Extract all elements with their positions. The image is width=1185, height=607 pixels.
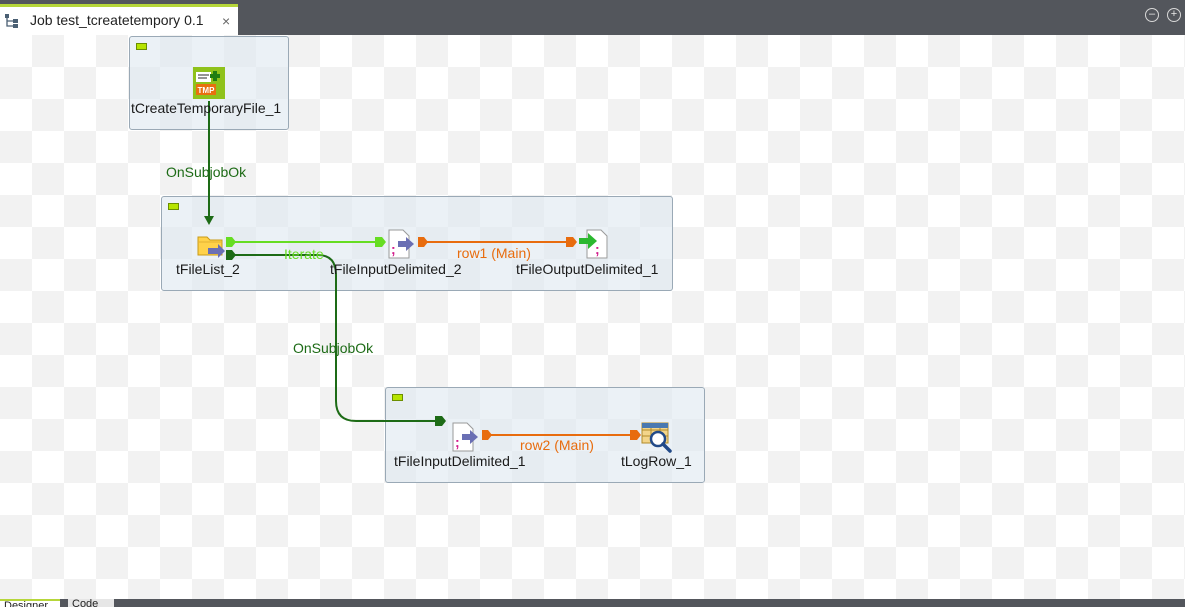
onsubjobok-connection-2 xyxy=(234,254,437,422)
temp-file-icon: TMP xyxy=(193,67,225,99)
svg-text:;: ; xyxy=(595,241,600,257)
component-tlogrow-1[interactable] xyxy=(641,421,673,453)
component-label: tFileInputDelimited_1 xyxy=(394,453,526,469)
editor-tab-bar: Job test_tcreatetempory 0.1 × – + xyxy=(0,0,1185,35)
svg-text:;: ; xyxy=(455,434,460,450)
component-tcreatetemporaryfile-1[interactable]: TMP xyxy=(193,67,225,99)
arrow-right-icon xyxy=(566,237,577,247)
component-label: tLogRow_1 xyxy=(621,453,692,469)
file-input-icon: ; xyxy=(388,229,414,259)
arrow-right-icon xyxy=(630,430,641,440)
component-tfilelist-2[interactable] xyxy=(196,231,228,263)
bottom-tab-bar: Designer Code xyxy=(0,599,1185,607)
tab-code[interactable]: Code xyxy=(68,599,114,607)
folder-list-icon xyxy=(197,236,225,258)
iterate-label[interactable]: Iterate xyxy=(284,246,324,262)
log-row-icon xyxy=(641,422,672,453)
row1-label[interactable]: row1 (Main) xyxy=(457,245,531,261)
close-icon[interactable]: × xyxy=(222,13,230,29)
row2-label[interactable]: row2 (Main) xyxy=(520,437,594,453)
file-input-icon: ; xyxy=(452,422,478,452)
tab-designer[interactable]: Designer xyxy=(0,599,60,607)
arrow-down-icon xyxy=(204,216,214,225)
row2-source-port xyxy=(482,430,492,440)
maximize-icon[interactable]: + xyxy=(1167,8,1181,22)
component-tfileoutputdelimited-1[interactable]: ; xyxy=(577,228,609,260)
onsubjobok-label-1[interactable]: OnSubjobOk xyxy=(166,164,246,180)
connections-layer xyxy=(204,101,641,440)
component-tfileinputdelimited-1[interactable]: ; xyxy=(450,421,482,453)
job-design-canvas[interactable]: OnSubjobOk Iterate row1 (Main) OnSubjobO… xyxy=(0,35,1185,599)
component-label: tFileList_2 xyxy=(176,261,240,277)
job-tab[interactable]: Job test_tcreatetempory 0.1 × xyxy=(0,4,238,35)
file-output-icon: ; xyxy=(579,229,608,259)
arrow-right-icon xyxy=(375,237,386,247)
temp-file-icon-text: TMP xyxy=(198,86,216,95)
row1-source-port xyxy=(418,237,428,247)
component-label: tCreateTemporaryFile_1 xyxy=(131,100,282,116)
onsubjobok-label-2[interactable]: OnSubjobOk xyxy=(293,340,373,356)
component-tfileinputdelimited-2[interactable]: ; xyxy=(386,228,418,260)
minimize-icon[interactable]: – xyxy=(1145,8,1159,22)
component-label: tFileOutputDelimited_1 xyxy=(516,261,659,277)
arrow-right-icon xyxy=(435,416,446,426)
component-label: tFileInputDelimited_2 xyxy=(330,261,462,277)
job-icon xyxy=(5,14,18,28)
svg-text:;: ; xyxy=(391,241,396,257)
job-tab-title: Job test_tcreatetempory 0.1 xyxy=(30,12,204,28)
